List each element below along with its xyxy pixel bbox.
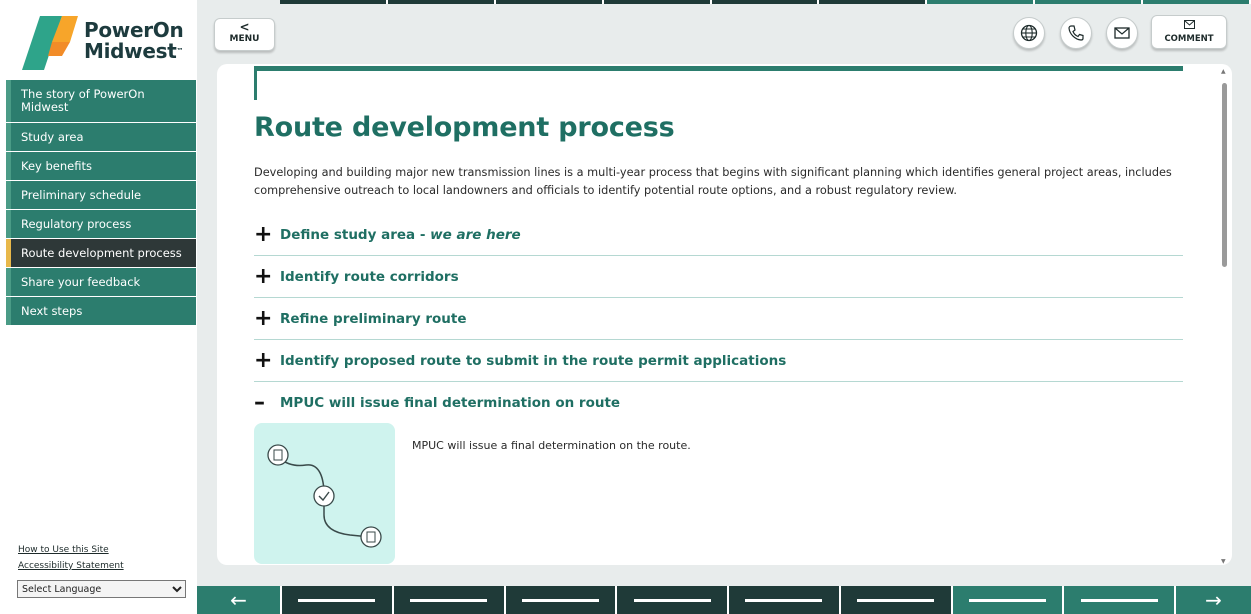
accordion-title: Identify route corridors: [280, 268, 459, 285]
language-select[interactable]: Select Language: [17, 580, 186, 598]
accordion-title: Define study area - we are here: [280, 226, 521, 243]
page-title: Route development process: [254, 112, 675, 143]
accordion-body-text: MPUC will issue a final determination on…: [412, 439, 691, 452]
sidebar-item-label: Regulatory process: [21, 216, 132, 231]
envelope-icon: [1183, 20, 1195, 29]
top-progress-stripes: [280, 0, 1251, 4]
sidebar-item-key-benefits[interactable]: Key benefits: [6, 152, 196, 181]
page-segment[interactable]: [1062, 586, 1174, 614]
menu-button[interactable]: < MENU: [214, 18, 275, 51]
accessibility-link[interactable]: Accessibility Statement: [18, 558, 124, 574]
page-segment[interactable]: [838, 586, 951, 614]
accordion-refine-preliminary-route[interactable]: + Refine preliminary route: [254, 298, 1183, 340]
sidebar-item-label: Study area: [21, 129, 84, 144]
previous-arrow-button[interactable]: ←: [197, 586, 280, 614]
menu-label: MENU: [229, 34, 260, 44]
sidebar-item-story[interactable]: The story of PowerOn Midwest: [6, 80, 196, 123]
sidebar-item-label: The story of PowerOn Midwest: [21, 87, 145, 114]
envelope-icon: [1114, 27, 1130, 39]
logo-mark-icon: [22, 16, 78, 70]
email-button[interactable]: [1106, 17, 1138, 49]
accordion-identify-proposed-route[interactable]: + Identify proposed route to submit in t…: [254, 340, 1183, 382]
accordion-identify-route-corridors[interactable]: + Identify route corridors: [254, 256, 1183, 298]
accordion-title: MPUC will issue final determination on r…: [280, 395, 621, 411]
sidebar-item-label: Key benefits: [21, 158, 92, 173]
footer-links: How to Use this Site Accessibility State…: [18, 542, 124, 574]
plus-icon: +: [254, 221, 273, 247]
sidebar-item-route-development[interactable]: Route development process: [6, 239, 196, 268]
plus-icon: +: [254, 347, 273, 373]
comment-button[interactable]: COMMENT: [1151, 15, 1227, 49]
sidebar-item-next-steps[interactable]: Next steps: [6, 297, 196, 326]
scroll-down-icon[interactable]: ▼: [1221, 558, 1226, 565]
next-arrow-button[interactable]: →: [1174, 586, 1251, 614]
sidebar-nav: The story of PowerOn Midwest Study area …: [6, 80, 196, 326]
accordion-title: Identify proposed route to submit in the…: [280, 352, 787, 369]
page-segment[interactable]: [615, 586, 727, 614]
sidebar-item-regulatory-process[interactable]: Regulatory process: [6, 210, 196, 239]
page-segment[interactable]: [280, 586, 392, 614]
poweron-midwest-logo[interactable]: PowerOn Midwest™: [22, 14, 187, 72]
accordion-define-study-area[interactable]: + Define study area - we are here: [254, 214, 1183, 256]
scroll-up-icon[interactable]: ▲: [1221, 68, 1226, 75]
sidebar-item-preliminary-schedule[interactable]: Preliminary schedule: [6, 181, 196, 210]
route-illustration: [254, 423, 395, 564]
how-to-use-link[interactable]: How to Use this Site: [18, 542, 124, 558]
phone-icon: [1068, 25, 1084, 41]
plus-icon: +: [254, 263, 273, 289]
sidebar-item-label: Next steps: [21, 303, 83, 318]
plus-icon: +: [254, 305, 273, 331]
bottom-nav: ← →: [197, 586, 1251, 614]
globe-button[interactable]: [1013, 17, 1045, 49]
scroll-thumb[interactable]: [1222, 83, 1227, 267]
sidebar: PowerOn Midwest™ The story of PowerOn Mi…: [0, 0, 197, 614]
sidebar-item-label: Route development process: [21, 245, 182, 260]
sidebar-item-label: Preliminary schedule: [21, 187, 142, 202]
content-card: Route development process Developing and…: [217, 64, 1232, 565]
minus-icon: –: [254, 390, 265, 415]
phone-button[interactable]: [1060, 17, 1092, 49]
page-segment[interactable]: [950, 586, 1063, 614]
sidebar-item-label: Share your feedback: [21, 274, 141, 289]
brand-name: PowerOn Midwest™: [84, 18, 184, 63]
page-segment[interactable]: [391, 586, 504, 614]
accordion-mpuc-final-determination[interactable]: – MPUC will issue final determination on…: [254, 382, 1183, 424]
accent-line: [254, 66, 1183, 71]
comment-label: COMMENT: [1164, 34, 1214, 44]
accent-line-vertical: [254, 66, 257, 100]
sidebar-item-study-area[interactable]: Study area: [6, 123, 196, 152]
globe-icon: [1020, 24, 1038, 42]
page-segment[interactable]: [727, 586, 839, 614]
content-scrollbar[interactable]: ▲ ▼: [1219, 68, 1231, 565]
intro-paragraph: Developing and building major new transm…: [254, 166, 1172, 197]
accordion-title: Refine preliminary route: [280, 310, 467, 327]
chevron-left-icon: <: [239, 20, 250, 34]
sidebar-item-share-feedback[interactable]: Share your feedback: [6, 268, 196, 297]
route-map-icon: [267, 444, 382, 548]
page-segment[interactable]: [503, 586, 616, 614]
